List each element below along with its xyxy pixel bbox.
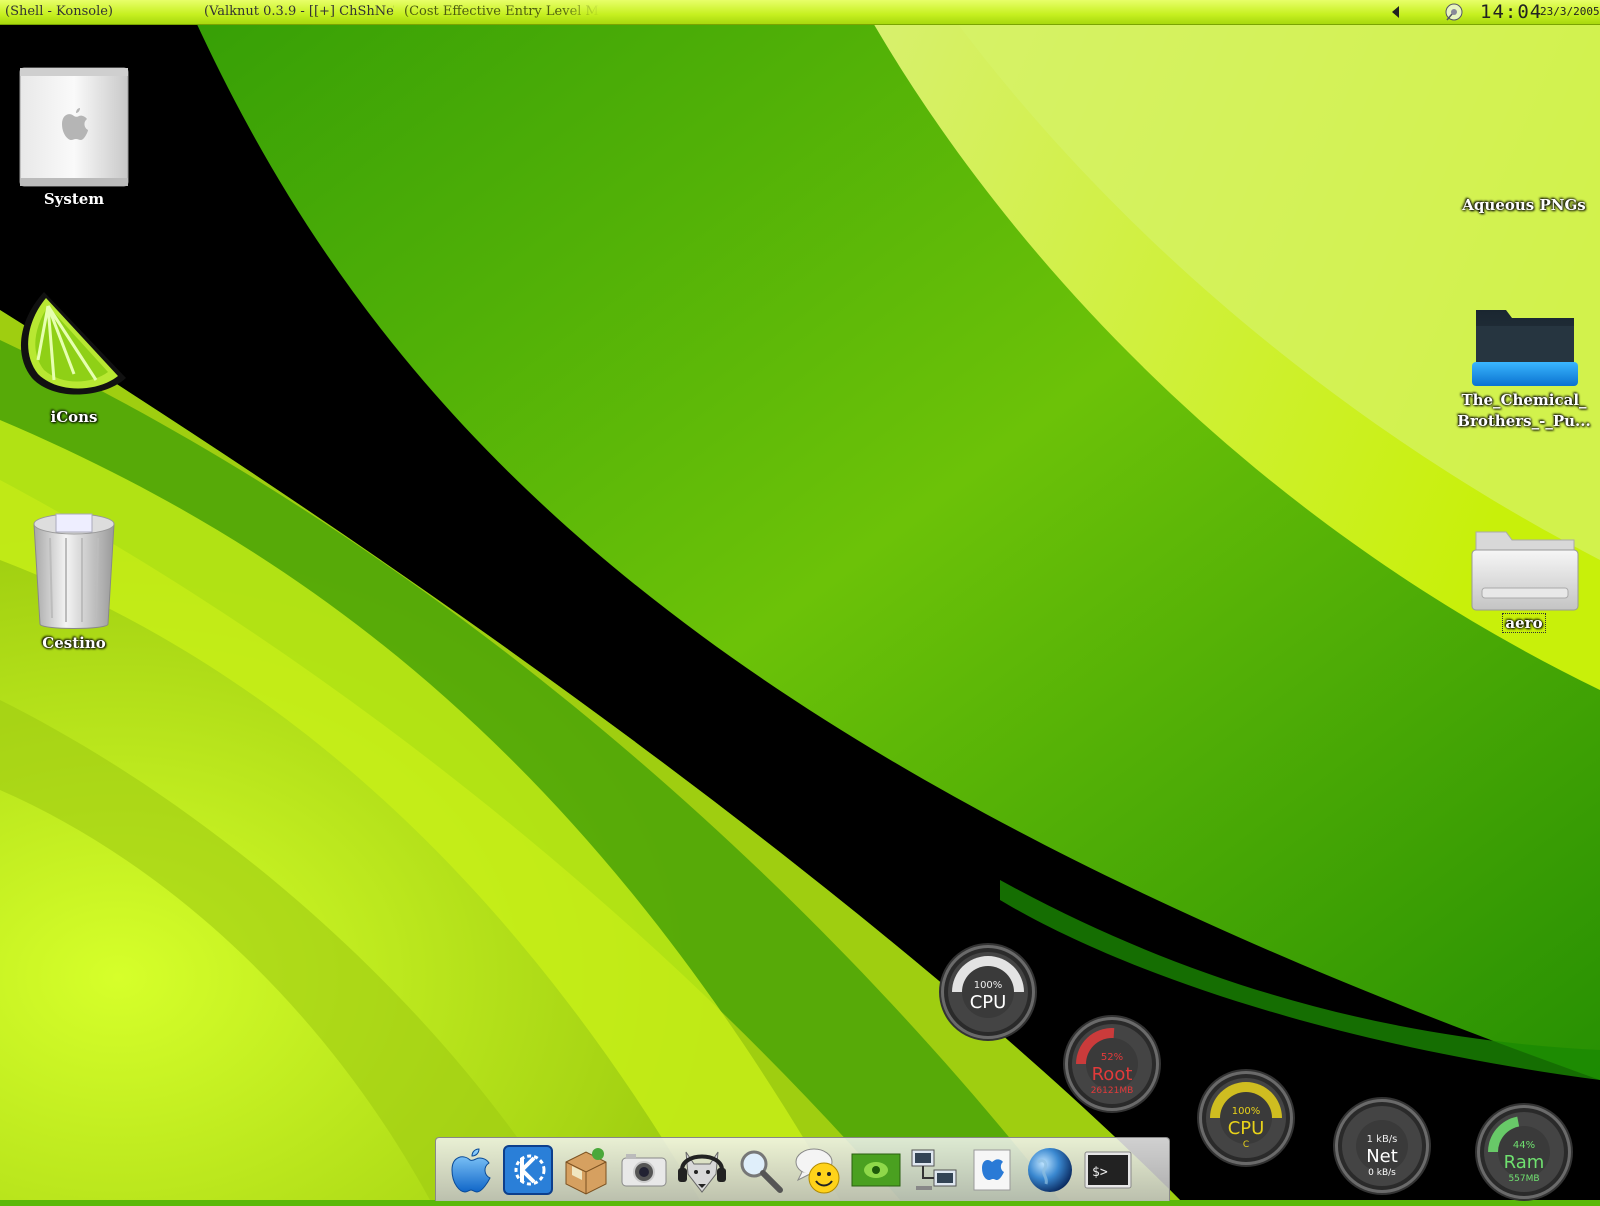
dock: $> [435, 1137, 1170, 1201]
top-taskbar: (Shell - Konsole) (Valknut 0.3.9 - [[+] … [0, 0, 1600, 25]
icon-label-text: aero [1502, 613, 1546, 633]
icon-label: Cestino [42, 634, 106, 652]
monitor-gauge-3[interactable]: 1 kB/s Net 0 kB/s [1332, 1096, 1432, 1196]
gauge-subtext: 26121MB [1090, 1086, 1134, 1096]
kde-icon [503, 1145, 553, 1195]
dock-item-finder[interactable] [966, 1144, 1018, 1196]
dock-item-chat[interactable] [792, 1144, 844, 1196]
gauge-title: Ram [1503, 1152, 1545, 1173]
dock-item-network[interactable] [908, 1144, 960, 1196]
desktop-icon-chemical-brothers[interactable]: The_Chemical_ Brothers_-_Pu... [1454, 306, 1594, 432]
desktop-icon-aero[interactable]: aero [1454, 530, 1594, 634]
dock-item-terminal[interactable]: $> [1082, 1144, 1134, 1196]
dock-item-package[interactable] [560, 1144, 612, 1196]
icon-label: Aqueous PNGs [1462, 196, 1586, 214]
date[interactable]: 23/3/2005 [1540, 5, 1600, 18]
dock-item-globe[interactable] [1024, 1144, 1076, 1196]
chat-smiley-icon [795, 1148, 840, 1194]
music-folder-icon [1472, 310, 1578, 386]
gauge-title: CPU [969, 992, 1007, 1013]
clock[interactable]: 14:04 [1480, 1, 1542, 23]
icon-label: The_Chemical_ Brothers_-_Pu... [1457, 391, 1591, 430]
lime-icon [20, 292, 127, 395]
dock-item-kde[interactable] [502, 1144, 554, 1196]
finder-icon [973, 1149, 1011, 1191]
package-icon [565, 1148, 607, 1195]
wolf-headphones-icon [678, 1151, 726, 1193]
task-konsole[interactable]: (Shell - Konsole) [5, 4, 195, 19]
dock-item-image-viewer[interactable] [850, 1144, 902, 1196]
task-valknut[interactable]: (Valknut 0.3.9 - [[+] ChShNeT]| [204, 4, 394, 19]
terminal-prompt: $> [1092, 1165, 1108, 1180]
trash-icon [33, 513, 115, 629]
icon-label: aero [1454, 612, 1594, 634]
gauge-percent: 100% [973, 980, 1003, 991]
gauge-percent: 52% [1100, 1052, 1124, 1063]
image-viewer-icon [851, 1153, 901, 1187]
gauge-percent: 100% [1231, 1106, 1261, 1117]
folder-icon [1471, 531, 1579, 611]
gauge-subtext: 557MB [1508, 1174, 1540, 1184]
magnifier-icon [740, 1150, 783, 1193]
desktop-icon-cestino[interactable]: Cestino [4, 508, 144, 654]
monitor-gauge-2[interactable]: 100% CPU C [1196, 1068, 1296, 1168]
dock-item-apple[interactable] [444, 1144, 496, 1196]
desktop-icon-icons[interactable]: iCons [4, 290, 144, 428]
camera-icon [621, 1154, 667, 1187]
monitor-gauge-4[interactable]: 44% Ram 557MB [1474, 1102, 1574, 1202]
icon-label: System [43, 190, 105, 208]
apple-icon [451, 1148, 491, 1193]
dock-item-search[interactable] [734, 1144, 786, 1196]
globe-icon [1028, 1148, 1072, 1192]
network-icon [911, 1149, 957, 1190]
icon-label: iCons [50, 408, 98, 426]
gauge-title: CPU [1227, 1118, 1265, 1139]
gauge-percent: 44% [1512, 1140, 1536, 1151]
dock-item-camera[interactable] [618, 1144, 670, 1196]
speaker-icon[interactable] [1444, 2, 1464, 22]
computer-icon [19, 67, 129, 187]
monitor-gauge-0[interactable]: 100% CPU [938, 942, 1038, 1042]
monitor-gauge-1[interactable]: 52% Root 26121MB [1062, 1014, 1162, 1114]
dock-item-wolf[interactable] [676, 1144, 728, 1196]
gauge-subtext: C [1242, 1140, 1250, 1150]
desktop-wallpaper [0, 0, 1600, 1200]
desktop-icon-aqueous-pngs[interactable]: Aqueous PNGs [1454, 194, 1594, 216]
task-cost-effective[interactable]: (Cost Effective Entry Level Mana [404, 4, 600, 19]
desktop-icon-system[interactable]: System [4, 66, 144, 210]
terminal-icon: $> [1084, 1151, 1132, 1189]
gauge-subtext: 0 kB/s [1368, 1168, 1396, 1178]
left-arrow-icon[interactable] [1388, 4, 1404, 20]
gauge-percent: 1 kB/s [1366, 1134, 1398, 1145]
gauge-title: Root [1091, 1064, 1133, 1085]
gauge-title: Net [1366, 1146, 1398, 1167]
